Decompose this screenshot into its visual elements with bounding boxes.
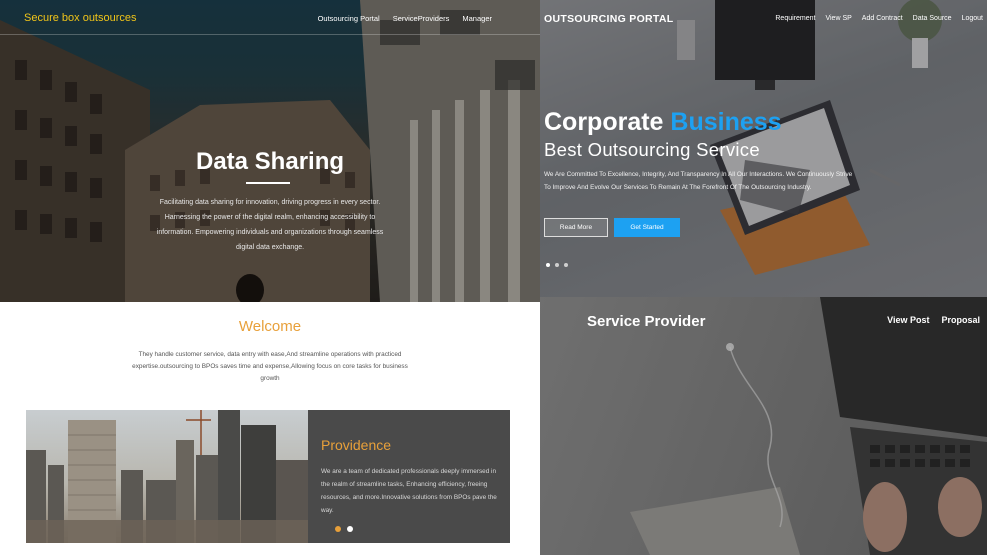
title-divider: [246, 182, 290, 184]
nav-proposal[interactable]: Proposal: [941, 315, 980, 325]
nav-logout[interactable]: Logout: [962, 15, 983, 22]
hero-overlay: [540, 297, 987, 555]
nav-manager[interactable]: Manager: [462, 14, 492, 23]
portal-nav: Requirement View SP Add Contract Data So…: [775, 15, 983, 22]
welcome-heading: Welcome: [238, 318, 302, 335]
corporate-business-hero: OUTSOURCING PORTAL Requirement View SP A…: [540, 0, 987, 297]
get-started-button[interactable]: Get Started: [614, 218, 680, 237]
nav-requirement[interactable]: Requirement: [775, 15, 815, 22]
hero-description: Facilitating data sharing for innovation…: [156, 199, 384, 251]
main-nav: Outsourcing Portal ServiceProviders Mana…: [318, 14, 492, 23]
hero-heading: Corporate Business: [544, 108, 782, 137]
card-title: Providence: [321, 437, 392, 453]
service-provider-nav: View Post Proposal: [887, 315, 980, 325]
carousel-indicators: [546, 263, 568, 267]
carousel-dot-3[interactable]: [564, 263, 568, 267]
hero-title: Data Sharing: [195, 148, 345, 175]
welcome-section: Welcome They handle customer service, da…: [0, 302, 540, 555]
nav-view-sp[interactable]: View SP: [825, 15, 851, 22]
nav-view-post[interactable]: View Post: [887, 315, 929, 325]
heading-accent: Business: [670, 108, 782, 136]
carousel-dot-2[interactable]: [555, 263, 559, 267]
service-provider-hero: Service Provider View Post Proposal: [540, 297, 987, 555]
top-navbar: Secure box outsources Outsourcing Portal…: [0, 0, 540, 35]
carousel-dot-1[interactable]: [546, 263, 550, 267]
welcome-description: They handle customer service, data entry…: [132, 351, 408, 382]
city-skyline-image: [26, 410, 308, 543]
providence-card: Providence We are a team of dedicated pr…: [26, 410, 510, 543]
card-dot-2[interactable]: [347, 526, 353, 532]
data-sharing-hero: Secure box outsources Outsourcing Portal…: [0, 0, 540, 302]
heading-main: Corporate: [544, 108, 664, 136]
card-carousel-indicators: [335, 526, 353, 532]
hero-body-text: We Are Committed To Excellence, Integrit…: [544, 171, 853, 191]
read-more-button[interactable]: Read More: [544, 218, 608, 237]
nav-data-source[interactable]: Data Source: [913, 15, 952, 22]
brand-logo-text[interactable]: Secure box outsources: [24, 12, 137, 24]
nav-add-contract[interactable]: Add Contract: [862, 15, 903, 22]
nav-outsourcing-portal[interactable]: Outsourcing Portal: [318, 14, 380, 23]
service-provider-title: Service Provider: [587, 313, 706, 330]
card-dot-1[interactable]: [335, 526, 341, 532]
hero-subheading: Best Outsourcing Service: [544, 139, 760, 160]
nav-service-providers[interactable]: ServiceProviders: [393, 14, 450, 23]
card-description: We are a team of dedicated professionals…: [321, 468, 497, 514]
portal-brand[interactable]: OUTSOURCING PORTAL: [544, 13, 673, 25]
